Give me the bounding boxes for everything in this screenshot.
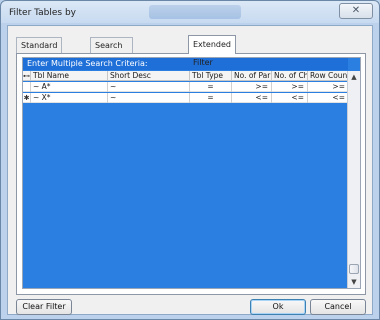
vertical-scrollbar[interactable]: ▲ ▼ [347,71,360,288]
row-count-cell[interactable]: <= [308,93,348,103]
grid-header-row: ⊷ Tbl Name Short Desc Tbl Type No. of Pa… [23,71,348,81]
no-of-chi-cell[interactable]: <= [272,93,308,103]
column-header-tbl-name[interactable]: Tbl Name [31,71,108,81]
column-header-short-desc[interactable]: Short Desc [108,71,190,81]
title-bar[interactable]: Filter Tables by ✕ [1,1,379,25]
tbl-type-cell[interactable]: = [190,93,232,103]
scroll-down-icon[interactable]: ▼ [348,276,360,288]
tbl-type-cell[interactable]: = [190,82,232,92]
tab-search-field-patterns[interactable]: Search for Field Patterns [90,37,133,80]
scroll-thumb[interactable] [349,264,359,274]
criteria-grid[interactable]: Enter Multiple Search Criteria: ⊷ Tbl Na… [22,57,361,289]
table-row[interactable]: ~ A* ~ = >= >= >= [23,82,348,92]
column-header-no-of-chi[interactable]: No. of Chi [272,71,308,81]
window-title: Filter Tables by [9,8,77,18]
extended-filter-panel: Enter Multiple Search Criteria: ⊷ Tbl Na… [16,53,366,295]
scroll-up-icon[interactable]: ▲ [348,71,360,83]
cancel-button[interactable]: Cancel [310,299,366,315]
ok-button[interactable]: Ok [250,299,306,315]
tab-extended-filter[interactable]: Extended Filter [188,35,236,67]
no-of-par-cell[interactable]: <= [232,93,272,103]
row-selector[interactable] [23,82,31,92]
grid-caption: Enter Multiple Search Criteria: [23,58,348,70]
dialog-body: Standard Filter Search for Field Pattern… [7,25,373,315]
clear-filter-button[interactable]: Clear Filter [16,299,72,315]
row-count-cell[interactable]: >= [308,82,348,92]
column-header-row-count[interactable]: Row Count [308,71,348,81]
column-header-tbl-type[interactable]: Tbl Type [190,71,232,81]
tbl-name-cell[interactable]: ~ X* [31,93,108,103]
new-row-selector[interactable]: ✱ [23,93,31,103]
title-bar-ghost-caption [149,5,241,19]
no-of-par-cell[interactable]: >= [232,82,272,92]
filter-tables-dialog: Filter Tables by ✕ Standard Filter Searc… [0,0,380,320]
tbl-name-cell[interactable]: ~ A* [31,82,108,92]
short-desc-cell[interactable]: ~ [108,93,190,103]
table-row-new[interactable]: ✱ ~ X* ~ = <= <= <= [23,93,348,103]
header-row-selector[interactable]: ⊷ [23,71,31,81]
tab-standard-filter[interactable]: Standard Filter [16,37,63,65]
column-header-no-of-par[interactable]: No. of Par [232,71,272,81]
short-desc-cell[interactable]: ~ [108,82,190,92]
close-button[interactable]: ✕ [339,3,373,19]
no-of-chi-cell[interactable]: >= [272,82,308,92]
